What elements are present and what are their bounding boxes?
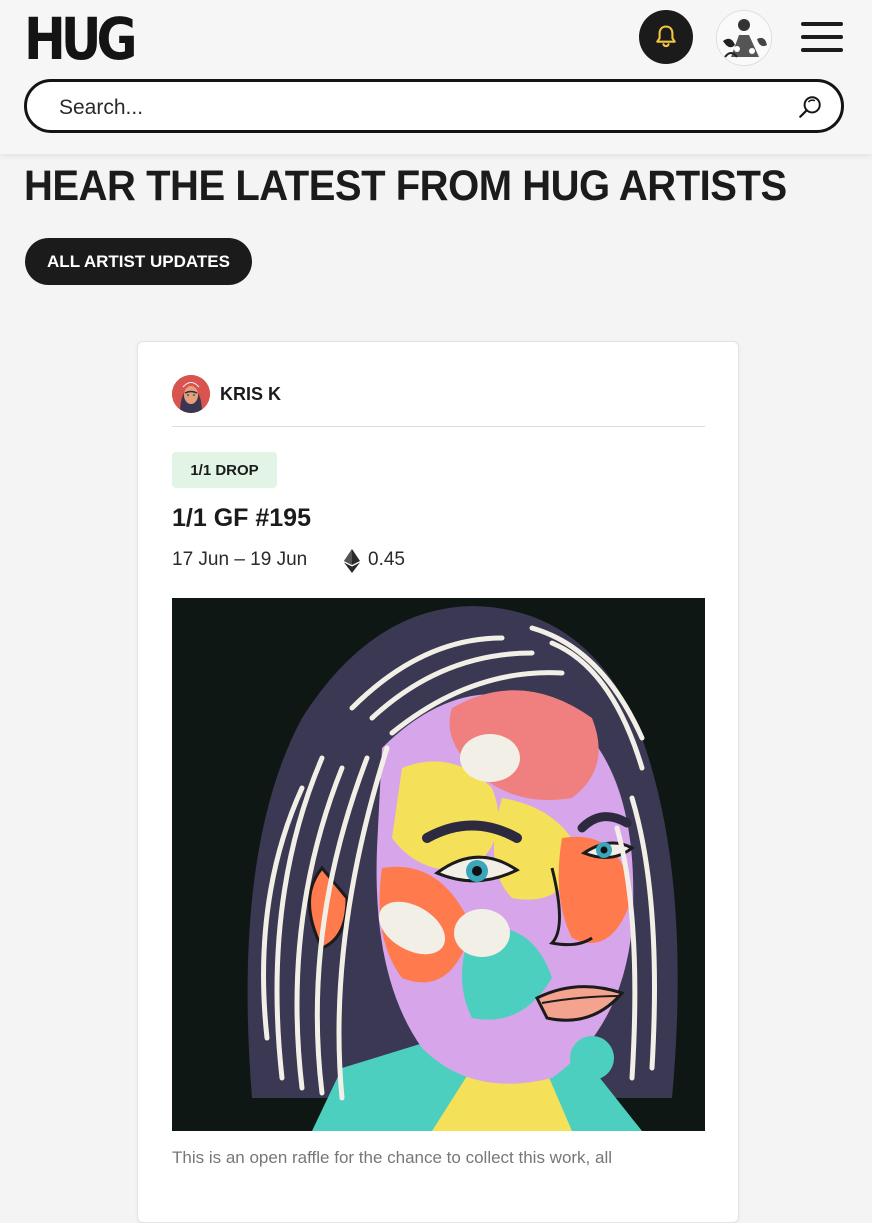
top-header: HUG — [0, 0, 872, 154]
artwork-illustration — [172, 598, 705, 1131]
drop-dates: 17 Jun – 19 Jun — [172, 549, 308, 570]
bell-icon — [656, 25, 676, 48]
hug-logo[interactable]: HUG — [24, 6, 137, 73]
hamburger-menu-button[interactable] — [801, 22, 843, 52]
menu-icon-bar — [801, 22, 843, 26]
menu-icon-bar — [801, 35, 843, 39]
drop-type-badge: 1/1 DROP — [172, 452, 277, 488]
drop-price: 0.45 — [368, 549, 405, 570]
artist-avatar[interactable] — [172, 375, 210, 413]
user-avatar[interactable] — [716, 10, 772, 66]
drop-title[interactable]: 1/1 GF #195 — [172, 504, 311, 533]
search-icon[interactable] — [797, 94, 823, 120]
search-bar[interactable] — [24, 79, 844, 133]
section-title: HEAR THE LATEST FROM HUG ARTISTS — [24, 162, 787, 210]
user-avatar-image — [717, 11, 771, 65]
menu-icon-bar — [801, 48, 843, 52]
artist-update-card[interactable]: KRIS K 1/1 DROP 1/1 GF #195 17 Jun – 19 … — [137, 341, 739, 1223]
artwork-image[interactable] — [172, 598, 705, 1131]
search-input[interactable] — [57, 90, 761, 126]
ethereum-icon — [344, 549, 360, 573]
drop-description: This is an open raffle for the chance to… — [172, 1148, 613, 1167]
artist-name[interactable]: KRIS K — [220, 384, 281, 405]
artist-avatar-image — [172, 375, 210, 413]
all-artist-updates-button[interactable]: ALL ARTIST UPDATES — [25, 238, 252, 285]
card-divider — [172, 426, 705, 427]
notifications-button[interactable] — [639, 10, 693, 64]
